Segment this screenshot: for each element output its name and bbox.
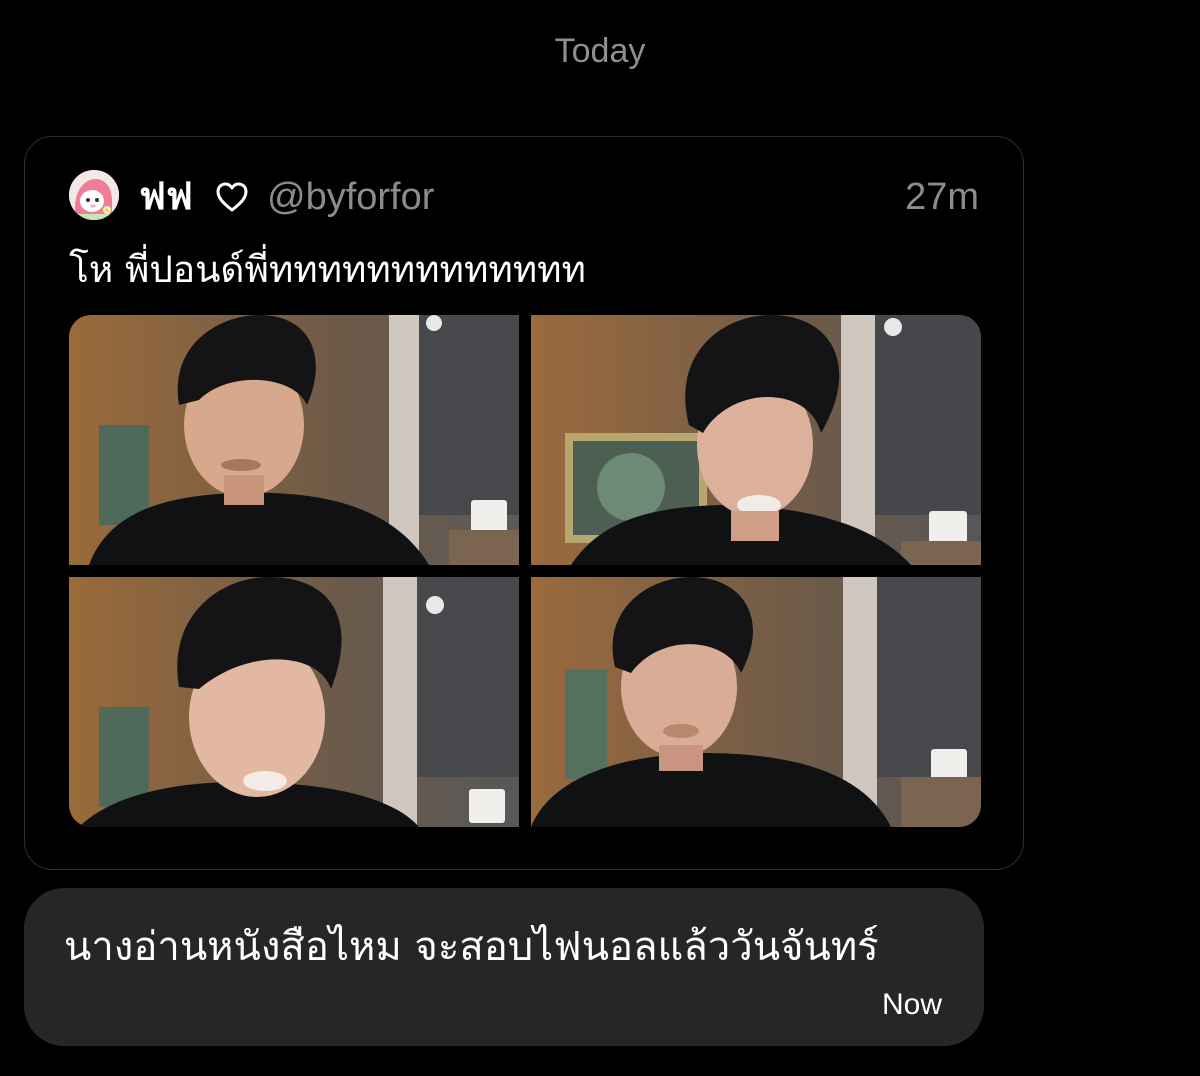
tweet-media-grid[interactable] [69,315,981,827]
tweet-photo[interactable] [69,577,519,827]
tweet-text: โห พี่ปอนด์พี่ททททททททททททท [69,248,586,291]
tweet-timestamp: 27m [905,176,979,218]
photo-image [531,315,981,565]
heart-outline-icon [216,182,248,212]
reply-message-bubble[interactable]: นางอ่านหนังสือไหม จะสอบไฟนอลแล้ววันจันทร… [24,888,984,1046]
shared-tweet-card[interactable]: ฟฟ @byforfor 27m โห พี่ปอนด์พี่ททททททททท… [24,136,1024,870]
avatar-pink-character-icon [69,170,119,220]
date-label: Today [554,32,646,70]
display-name[interactable]: ฟฟ [139,172,193,220]
photo-image [531,577,981,827]
avatar[interactable] [69,170,119,220]
tweet-photo[interactable] [69,315,519,565]
tweet-photo[interactable] [531,315,981,565]
photo-image [69,577,519,827]
reply-message-text: นางอ่านหนังสือไหม จะสอบไฟนอลแล้ววันจันทร… [64,924,879,970]
photo-image [69,315,519,565]
tweet-photo[interactable] [531,577,981,827]
reply-message-time: Now [881,988,942,1021]
handle[interactable]: @byforfor [267,173,434,221]
